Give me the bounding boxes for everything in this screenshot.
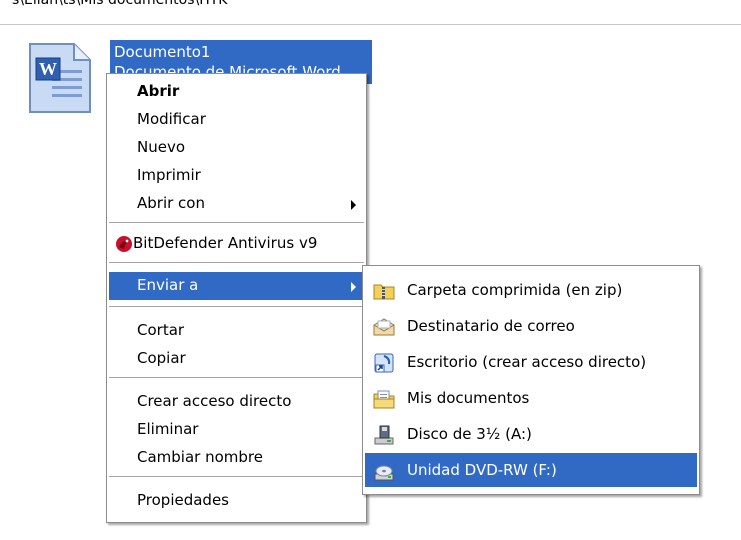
file-name: Documento1 bbox=[114, 43, 211, 61]
submenu-arrow-icon bbox=[351, 200, 356, 210]
menu-separator bbox=[109, 262, 364, 263]
menu-item-edit[interactable]: Modificar bbox=[109, 106, 364, 134]
floppy-drive-icon bbox=[374, 425, 394, 445]
submenu-item-desktop-shortcut[interactable]: Escritorio (crear acceso directo) bbox=[365, 345, 697, 379]
menu-separator bbox=[109, 476, 364, 477]
dvd-drive-icon bbox=[374, 465, 394, 481]
mail-recipient-icon bbox=[373, 318, 395, 336]
menu-item-cut[interactable]: Cortar bbox=[109, 317, 364, 345]
menu-item-delete[interactable]: Eliminar bbox=[109, 416, 364, 444]
menu-item-properties[interactable]: Propiedades bbox=[109, 487, 364, 515]
menu-item-send-to[interactable]: Enviar a bbox=[109, 272, 364, 300]
my-documents-icon bbox=[373, 390, 395, 409]
address-bar[interactable]: s\Ellan\ts\Mis documentos\HTK bbox=[0, 0, 741, 25]
menu-item-new[interactable]: Nuevo bbox=[109, 134, 364, 162]
submenu-item-my-documents[interactable]: Mis documentos bbox=[365, 381, 697, 415]
menu-separator bbox=[109, 306, 364, 307]
desktop-shortcut-icon bbox=[374, 353, 394, 373]
menu-item-open[interactable]: Abrir bbox=[109, 78, 364, 106]
menu-item-open-with[interactable]: Abrir con bbox=[109, 190, 364, 218]
send-to-submenu: Carpeta comprimida (en zip) Destinatario… bbox=[362, 265, 700, 495]
context-menu: Abrir Modificar Nuevo Imprimir Abrir con… bbox=[106, 73, 367, 523]
svg-text:W: W bbox=[39, 59, 57, 79]
menu-item-antivirus[interactable]: BitDefender Antivirus v9 bbox=[109, 230, 364, 258]
address-path: s\Ellan\ts\Mis documentos\HTK bbox=[12, 0, 228, 8]
menu-separator bbox=[109, 377, 364, 378]
submenu-item-mail-recipient[interactable]: Destinatario de correo bbox=[365, 309, 697, 343]
word-document-icon: W bbox=[29, 43, 91, 113]
menu-item-copy[interactable]: Copiar bbox=[109, 345, 364, 373]
submenu-item-dvd-drive[interactable]: Unidad DVD-RW (F:) bbox=[365, 453, 697, 487]
zip-folder-icon bbox=[373, 284, 395, 300]
submenu-item-floppy-drive[interactable]: Disco de 3½ (A:) bbox=[365, 417, 697, 451]
menu-item-rename[interactable]: Cambiar nombre bbox=[109, 444, 364, 472]
menu-separator bbox=[109, 222, 364, 223]
menu-item-create-shortcut[interactable]: Crear acceso directo bbox=[109, 388, 364, 416]
bitdefender-icon bbox=[116, 236, 132, 252]
submenu-item-zip-folder[interactable]: Carpeta comprimida (en zip) bbox=[365, 273, 697, 307]
submenu-arrow-icon bbox=[351, 282, 356, 292]
menu-item-print[interactable]: Imprimir bbox=[109, 162, 364, 190]
